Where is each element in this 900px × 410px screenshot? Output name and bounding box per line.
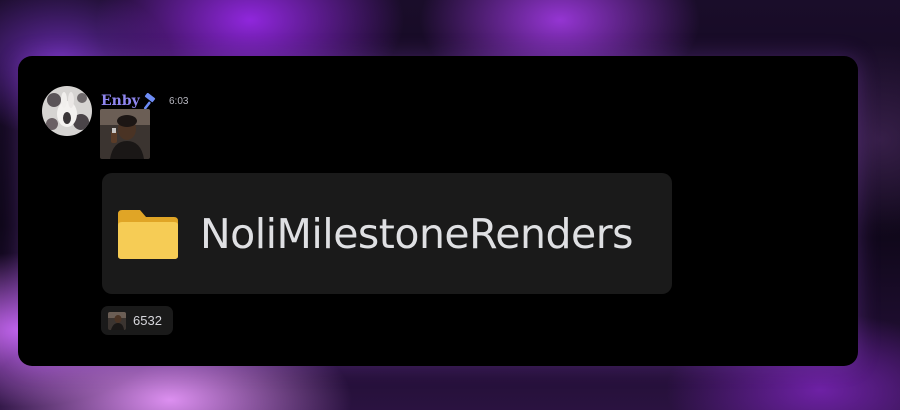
reaction-pill[interactable]: 6532 [101,306,173,335]
message-timestamp: 6:03 [169,96,189,107]
message-card: Enby 6:03 NoliMilestoneRenders 6532 [18,56,858,366]
folder-icon [116,208,180,260]
reaction-count: 6532 [133,313,162,328]
reaction-emoji [108,312,126,330]
hammer-icon [142,92,160,110]
avatar[interactable] [42,86,92,136]
file-attachment[interactable]: NoliMilestoneRenders [102,173,672,294]
author-photo-sticker[interactable] [100,109,150,159]
file-name: NoliMilestoneRenders [200,210,633,258]
author-name[interactable]: Enby [101,93,140,109]
